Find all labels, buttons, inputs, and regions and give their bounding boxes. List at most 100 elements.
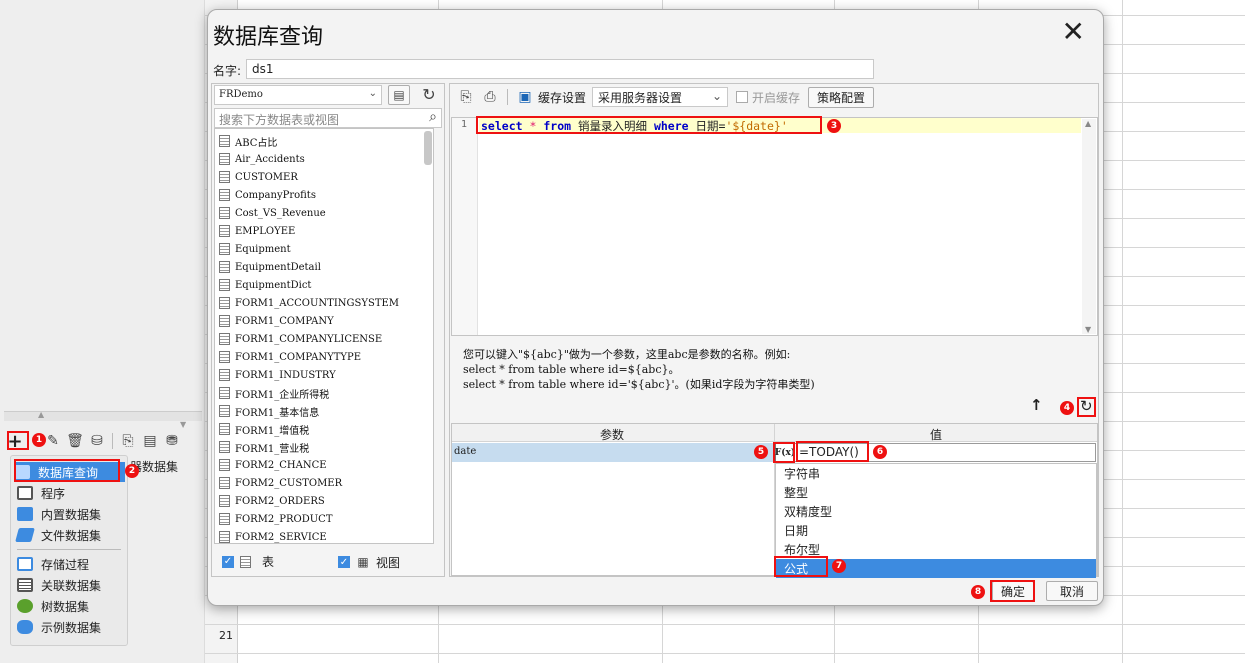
pencil-icon[interactable]: ✎ xyxy=(44,432,62,450)
relation-icon xyxy=(17,578,33,592)
table-icon xyxy=(219,135,230,147)
type-option-int[interactable]: 整型 xyxy=(776,483,1096,502)
menu-item-relation[interactable]: 关联数据集 xyxy=(17,575,101,595)
print-icon[interactable]: ⎙ xyxy=(481,88,499,106)
table-list-item[interactable]: CompanyProfits xyxy=(215,186,433,204)
table-list-item[interactable]: FORM1_INDUSTRY xyxy=(215,366,433,384)
table-search-input[interactable]: 搜索下方数据表或视图 ⌕ xyxy=(214,108,442,128)
marker-badge-2: 2 xyxy=(125,464,139,478)
table-list-item[interactable]: FORM1_企业所得税 xyxy=(215,384,433,402)
table-list-item[interactable]: CUSTOMER xyxy=(215,168,433,186)
formula-icon[interactable]: F(x) xyxy=(775,443,795,462)
connection-edit-icon[interactable]: ▤ xyxy=(388,85,410,105)
connection-select[interactable]: FRDemo ⌄ xyxy=(214,85,382,105)
table-list-item[interactable]: Equipment xyxy=(215,240,433,258)
arrow-up-icon[interactable]: ↑ xyxy=(1030,396,1043,414)
marker-badge-4: 4 xyxy=(1060,401,1074,415)
database-icon[interactable]: ⛁ xyxy=(88,432,106,450)
table-list-item[interactable]: FORM1_COMPANYTYPE xyxy=(215,348,433,366)
add-dataset-menu: 数据库查询 程序 内置数据集 文件数据集 存储过程 关联数据集 树数据集 示例数… xyxy=(10,455,128,646)
save-icon[interactable]: ▣ xyxy=(516,88,534,106)
param-hint: 您可以键入"${abc}"做为一个参数，这里abc是参数的名称。例如: sele… xyxy=(463,348,815,391)
checkbox-checked-icon: ✓ xyxy=(222,555,234,568)
preview-icon[interactable]: ⎘ xyxy=(119,432,137,450)
table-icon xyxy=(219,243,230,255)
type-option-double[interactable]: 双精度型 xyxy=(776,502,1096,521)
procedure-icon xyxy=(17,557,33,571)
table-list-item[interactable]: FORM2_PRODUCT xyxy=(215,510,433,528)
close-icon[interactable]: ✕ xyxy=(1062,18,1085,46)
server-setting-select[interactable]: 采用服务器设置 ⌄ xyxy=(592,87,729,107)
cancel-button[interactable]: 取消 xyxy=(1046,581,1098,601)
name-input[interactable]: ds1 xyxy=(246,59,874,79)
enable-cache-checkbox[interactable] xyxy=(736,91,749,103)
plus-icon[interactable]: + xyxy=(6,431,24,452)
refresh-params-icon[interactable]: ↻ xyxy=(1080,397,1093,415)
menu-item-db-query[interactable]: 数据库查询 xyxy=(14,462,125,482)
trash-icon[interactable]: 🗑 xyxy=(66,432,84,450)
type-option-string[interactable]: 字符串 xyxy=(776,464,1096,483)
row-number-21: 21 xyxy=(219,629,233,642)
param-value-input[interactable]: =TODAY() xyxy=(794,443,1096,462)
table-list-scrollbar[interactable] xyxy=(424,131,432,165)
table-list-item[interactable]: EMPLOYEE xyxy=(215,222,433,240)
table-list-item[interactable]: FORM1_COMPANY xyxy=(215,312,433,330)
table-list-item[interactable]: FORM2_CHANCE xyxy=(215,456,433,474)
table-icon xyxy=(219,261,230,273)
menu-item-sample[interactable]: 示例数据集 xyxy=(17,617,101,637)
view-checkbox[interactable]: ✓ ▦ 视图 xyxy=(338,553,400,571)
ok-button[interactable]: 确定 xyxy=(992,581,1034,601)
preview-icon[interactable]: ⎘ xyxy=(457,88,475,106)
edit-ds-icon[interactable]: ▤ xyxy=(141,432,159,450)
type-dropdown: 字符串 整型 双精度型 日期 布尔型 公式 xyxy=(775,463,1097,578)
refresh-icon[interactable]: ↻ xyxy=(420,85,438,104)
param-row-date[interactable]: date xyxy=(452,443,774,462)
database-icon xyxy=(14,465,30,479)
search-icon[interactable]: ⌕ xyxy=(429,109,437,125)
menu-item-builtin[interactable]: 内置数据集 xyxy=(17,504,101,524)
menu-item-tree[interactable]: 树数据集 xyxy=(17,596,89,616)
table-icon xyxy=(219,171,230,183)
table-list-item[interactable]: FORM1_ACCOUNTINGSYSTEM xyxy=(215,294,433,312)
table-icon xyxy=(219,459,230,471)
panel-splitter[interactable] xyxy=(4,411,202,421)
table-list-item[interactable]: EquipmentDetail xyxy=(215,258,433,276)
checkbox-checked-icon: ✓ xyxy=(338,556,350,568)
table-list-item[interactable]: FORM2_SERVICE xyxy=(215,528,433,543)
line-number: 1 xyxy=(461,119,468,130)
table-icon xyxy=(240,555,251,568)
scroll-down-icon[interactable]: ▼ xyxy=(1085,325,1091,334)
marker-badge-7: 7 xyxy=(832,559,846,573)
enable-cache-label: 开启缓存 xyxy=(752,90,801,105)
type-option-formula[interactable]: 公式 xyxy=(776,559,1096,578)
table-list-item[interactable]: FORM1_营业税 xyxy=(215,438,433,456)
strategy-config-button[interactable]: 策略配置 xyxy=(808,86,875,108)
menu-item-procedure[interactable]: 存储过程 xyxy=(17,554,89,574)
db-settings-icon[interactable]: ⛃ xyxy=(163,432,181,450)
table-list-item[interactable]: ABC占比 xyxy=(215,132,433,150)
collapse-down-icon[interactable]: ▼ xyxy=(180,420,186,429)
collapse-up-icon[interactable]: ▲ xyxy=(38,410,44,419)
table-icon xyxy=(219,225,230,237)
sql-editor[interactable]: 1 select * from 销量录入明细 where 日期='${date}… xyxy=(451,117,1098,336)
marker-badge-6: 6 xyxy=(873,445,887,459)
type-option-boolean[interactable]: 布尔型 xyxy=(776,540,1096,559)
table-list-item[interactable]: FORM2_CUSTOMER xyxy=(215,474,433,492)
editor-scrollbar[interactable]: ▲ ▼ xyxy=(1082,119,1096,334)
file-icon xyxy=(15,528,35,542)
cache-settings-label: 缓存设置 xyxy=(538,90,587,105)
table-checkbox[interactable]: ✓ 表 xyxy=(222,553,274,570)
table-list-item[interactable]: EquipmentDict xyxy=(215,276,433,294)
table-list: ABC占比 Air_Accidents CUSTOMER CompanyProfits… xyxy=(214,128,434,544)
menu-item-file[interactable]: 文件数据集 xyxy=(15,525,101,545)
scroll-up-icon[interactable]: ▲ xyxy=(1085,119,1091,128)
table-list-item[interactable]: Cost_VS_Revenue xyxy=(215,204,433,222)
table-icon xyxy=(219,531,230,543)
menu-item-program[interactable]: 程序 xyxy=(17,483,65,503)
table-list-item[interactable]: FORM1_增值税 xyxy=(215,420,433,438)
table-list-item[interactable]: Air_Accidents xyxy=(215,150,433,168)
table-list-item[interactable]: FORM2_ORDERS xyxy=(215,492,433,510)
table-list-item[interactable]: FORM1_基本信息 xyxy=(215,402,433,420)
type-option-date[interactable]: 日期 xyxy=(776,521,1096,540)
table-list-item[interactable]: FORM1_COMPANYLICENSE xyxy=(215,330,433,348)
